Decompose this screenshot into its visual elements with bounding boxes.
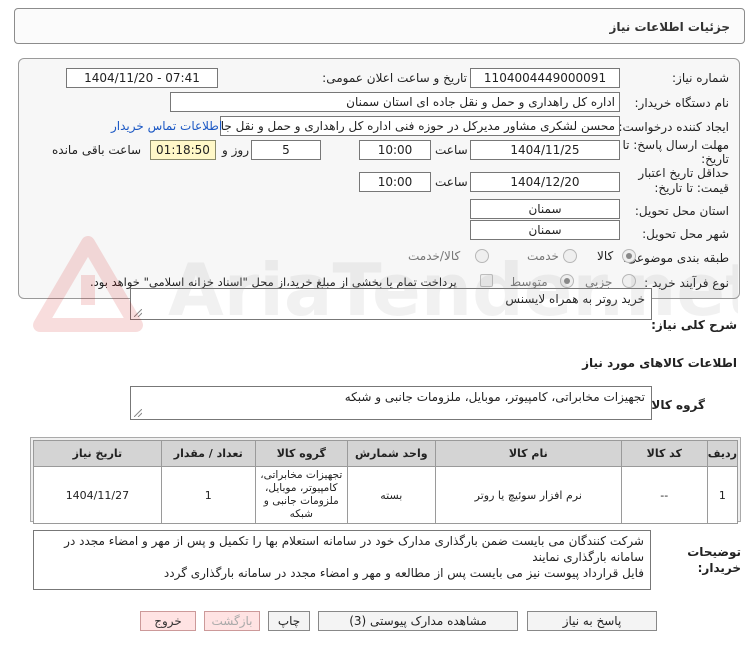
reply-button[interactable]: پاسخ به نیاز <box>527 611 657 631</box>
cell-group: تجهیزات مخابراتی، کامپیوتر، موبایل، ملزو… <box>254 466 348 524</box>
treasury-payment-checkbox[interactable] <box>480 274 493 287</box>
items-table: ردیف کد کالا نام کالا واحد شمارش گروه کا… <box>33 440 739 524</box>
goods-group-text: تجهیزات مخابراتی، کامپیوتر، موبایل، ملزو… <box>344 390 645 404</box>
remaining-time-field: 01:18:50 <box>150 140 216 160</box>
buyer-org-field: اداره کل راهداری و حمل و نقل جاده ای است… <box>170 92 620 112</box>
cell-index: 1 <box>706 466 739 524</box>
deadline-time-label: ساعت <box>435 143 468 157</box>
cell-code: -- <box>620 466 708 524</box>
category-radio-service[interactable] <box>563 249 577 263</box>
table-header-row: ردیف کد کالا نام کالا واحد شمارش گروه کا… <box>33 440 739 467</box>
process-radio-medium[interactable] <box>560 274 574 288</box>
announce-date-field: 1404/11/20 - 07:41 <box>66 68 218 88</box>
process-radio-minor[interactable] <box>622 274 636 288</box>
creator-field: محسن لشکری مشاور مدیرکل در حوزه فنی ادار… <box>220 116 620 136</box>
goods-info-title: اطلاعات کالاهای مورد نیاز <box>582 356 737 370</box>
category-radio-goods-service[interactable] <box>475 249 489 263</box>
buyer-notes-line-2: فایل قرارداد پیوست نیز می بایست پس از مط… <box>163 566 644 580</box>
buyer-contact-link[interactable]: اطلاعات تماس خریدار <box>111 119 222 133</box>
process-minor-label: جزیی <box>585 275 613 289</box>
remaining-time-label: ساعت باقی مانده <box>52 143 142 157</box>
col-header-unit: واحد شمارش <box>346 440 436 467</box>
summary-field: خرید روتر به همراه لایسنس <box>130 288 652 320</box>
deadline-label-date: تاریخ: <box>701 152 729 166</box>
need-number-label: شماره نیاز: <box>672 71 729 85</box>
creator-label: ایجاد کننده درخواست: <box>618 120 729 134</box>
category-radio-goods[interactable] <box>622 249 636 263</box>
page-header: جزئیات اطلاعات نیاز <box>14 8 745 44</box>
city-field: سمنان <box>470 220 620 240</box>
process-medium-label: متوسط <box>510 275 548 289</box>
treasury-payment-note: پرداخت تمام یا بخشی از مبلغ خرید،از محل … <box>90 275 457 289</box>
cell-qty: 1 <box>160 466 256 524</box>
validity-label: حداقل تاریخ اعتبار <box>638 166 729 180</box>
goods-group-label: گروه کالا: <box>646 398 705 412</box>
col-header-code: کد کالا <box>620 440 708 467</box>
days-remaining-field: 5 <box>251 140 321 160</box>
summary-text: خرید روتر به همراه لایسنس <box>505 292 645 306</box>
col-header-index: ردیف <box>706 440 739 467</box>
exit-button[interactable]: خروج <box>140 611 196 631</box>
print-button[interactable]: چاپ <box>268 611 310 631</box>
category-label: طبقه بندی موضوعی: <box>622 251 729 265</box>
province-field: سمنان <box>470 199 620 219</box>
validity-time-label: ساعت <box>435 175 468 189</box>
announce-date-label: تاریخ و ساعت اعلان عمومی: <box>322 71 467 85</box>
col-header-qty: تعداد / مقدار <box>160 440 256 467</box>
back-button[interactable]: بازگشت <box>204 611 260 631</box>
page-title: جزئیات اطلاعات نیاز <box>609 20 730 34</box>
col-header-name: نام کالا <box>434 440 622 467</box>
buyer-org-label: نام دستگاه خریدار: <box>634 96 730 110</box>
buyer-notes-line-1: شرکت کنندگان می بایست ضمن بارگذاری مدارک… <box>64 534 644 564</box>
summary-label: شرح کلی نیاز: <box>651 318 737 332</box>
deadline-label: مهلت ارسال پاسخ: تا <box>622 138 729 152</box>
province-label: استان محل تحویل: <box>634 204 729 218</box>
goods-group-field: تجهیزات مخابراتی، کامپیوتر، موبایل، ملزو… <box>130 386 652 420</box>
category-goods-label: کالا <box>597 249 614 263</box>
cell-name: نرم افزار سوئیچ یا روتر <box>434 466 622 524</box>
process-label: نوع فرآیند خرید : <box>644 276 729 290</box>
deadline-time-field: 10:00 <box>359 140 431 160</box>
resize-grip-icon[interactable] <box>134 309 142 317</box>
table-row: 1 -- نرم افزار سوئیچ یا روتر بسته تجهیزا… <box>33 466 739 524</box>
view-attachments-button[interactable]: مشاهده مدارک پیوستی (3) <box>318 611 518 631</box>
validity-time-field: 10:00 <box>359 172 431 192</box>
need-number-field: 1104004449000091 <box>470 68 620 88</box>
validity-label-date: قیمت: تا تاریخ: <box>654 181 729 195</box>
buyer-notes-field: شرکت کنندگان می بایست ضمن بارگذاری مدارک… <box>33 530 651 590</box>
cell-date: 1404/11/27 <box>33 466 162 524</box>
category-service-label: خدمت <box>527 249 559 263</box>
resize-grip-icon[interactable] <box>134 409 142 417</box>
days-label: روز و <box>222 143 249 157</box>
col-header-group: گروه کالا <box>254 440 348 467</box>
deadline-date-field: 1404/11/25 <box>470 140 620 160</box>
category-goods-service-label: کالا/خدمت <box>408 249 461 263</box>
buyer-notes-label-2: خریدار: <box>697 561 741 575</box>
buyer-notes-label: توضیحات <box>687 545 741 559</box>
col-header-date: تاریخ نیاز <box>33 440 162 467</box>
validity-date-field: 1404/12/20 <box>470 172 620 192</box>
cell-unit: بسته <box>346 466 436 524</box>
city-label: شهر محل تحویل: <box>642 227 729 241</box>
